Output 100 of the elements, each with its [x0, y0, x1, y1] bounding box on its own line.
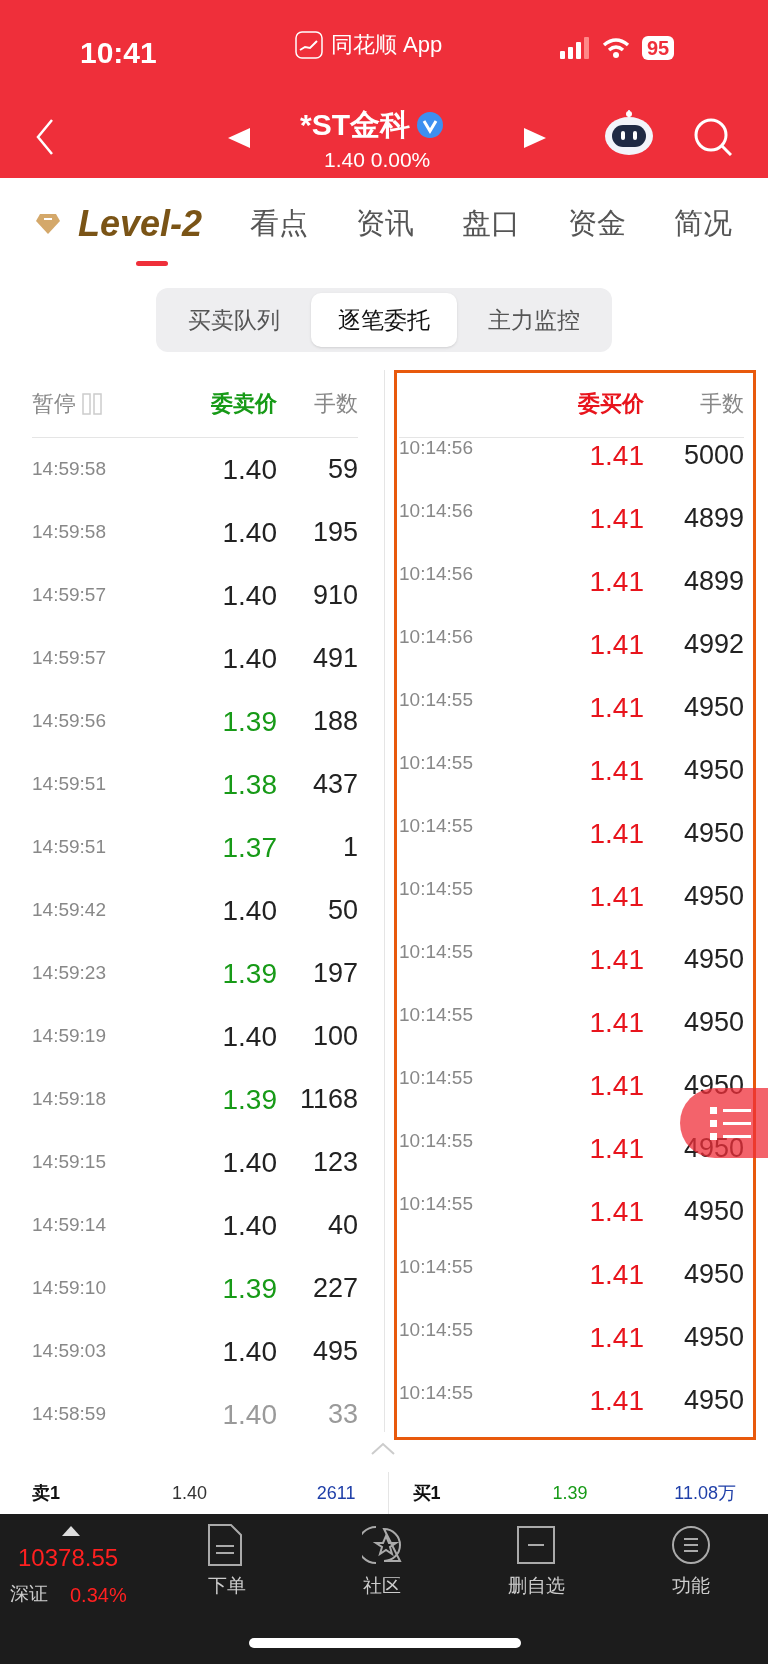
- time-cell-text: 10:14:55: [399, 751, 474, 775]
- price-cell-text: 1.40: [221, 452, 277, 487]
- pause-label[interactable]: 暂停: [32, 387, 76, 420]
- back-icon: [36, 118, 54, 156]
- battery-level: 95: [642, 36, 675, 60]
- nav-button[interactable]: 社区: [304, 1524, 459, 1601]
- volume-cell-text: 1: [341, 831, 358, 865]
- column-header: 手数: [313, 390, 358, 418]
- price-cell-text: 1.40: [221, 1145, 277, 1180]
- tab[interactable]: 盘口: [462, 194, 521, 254]
- time-cell-text: 14:59:57: [32, 646, 107, 671]
- time-cell-text: 14:58:59: [32, 1402, 107, 1427]
- volume-cell-text: 437: [311, 768, 358, 802]
- quote-price: 1.40: [172, 1481, 209, 1505]
- time-cell-text: 10:14:55: [399, 1192, 474, 1216]
- nav-button[interactable]: 下单: [150, 1524, 305, 1601]
- volume-cell-text: 50: [326, 894, 358, 928]
- price-cell-text: 1.41: [588, 501, 644, 536]
- tab[interactable]: 资讯: [356, 194, 415, 254]
- volume-cell-text: 227: [311, 1272, 358, 1306]
- time-cell-text: 14:59:03: [32, 1339, 107, 1364]
- time-cell-text: 14:59:18: [32, 1087, 107, 1112]
- price-cell-text: 1.41: [588, 1131, 644, 1166]
- tab[interactable]: 看点: [250, 194, 309, 254]
- price-cell-text: 1.41: [588, 1320, 644, 1355]
- time-cell-text: 14:59:57: [32, 583, 107, 608]
- quote-volume: 2611: [315, 1481, 356, 1505]
- volume-cell-text: 197: [311, 957, 358, 991]
- price-cell-text: 1.39: [221, 704, 277, 739]
- price-cell-text: 1.41: [588, 1068, 644, 1103]
- wifi-icon: [602, 37, 630, 59]
- nav-button[interactable]: 删自选: [459, 1524, 614, 1601]
- minus-square-icon: [516, 1524, 557, 1566]
- tab-indicator: [136, 261, 168, 266]
- menu-icon: [670, 1524, 711, 1566]
- price-cell-text: 1.40: [221, 893, 277, 928]
- volume-cell-text: 495: [311, 1335, 358, 1369]
- quote-volume: 11.08万: [673, 1481, 736, 1505]
- price-cell-text: 1.39: [221, 1271, 277, 1306]
- time-cell-text: 14:59:51: [32, 772, 107, 797]
- volume-cell-text: 4950: [682, 1321, 744, 1355]
- price-cell-text: 1.41: [588, 690, 644, 725]
- verified-icon: [416, 110, 444, 139]
- price-cell-text: 1.40: [221, 515, 277, 550]
- volume-cell-text: 5000: [682, 439, 744, 473]
- price-cell-text: 1.41: [588, 1257, 644, 1292]
- volume-cell-text: 195: [311, 516, 358, 550]
- volume-cell-text: 4950: [682, 880, 744, 914]
- time-cell-text: 10:14:55: [399, 940, 474, 964]
- price-cell-text: 1.40: [221, 641, 277, 676]
- time-cell-text: 10:14:56: [399, 562, 474, 586]
- price-cell-text: 1.40: [221, 1208, 277, 1243]
- chevron-up-icon: [371, 1442, 395, 1456]
- search-icon: [694, 118, 732, 156]
- tab[interactable]: Level-2: [36, 194, 203, 254]
- price-cell-text: 1.40: [221, 1019, 277, 1054]
- robot-icon: [604, 110, 654, 156]
- time-cell-text: 10:14:55: [399, 877, 474, 901]
- price-cell-text: 1.41: [588, 816, 644, 851]
- time-cell-text: 14:59:42: [32, 898, 107, 923]
- time-cell-text: 14:59:19: [32, 1024, 107, 1049]
- time-cell-text: 10:14:56: [399, 436, 474, 460]
- volume-cell-text: 491: [311, 642, 358, 676]
- price-cell-text: 1.38: [221, 767, 277, 802]
- up-arrow-icon: [62, 1526, 80, 1536]
- volume-cell-text: 123: [311, 1146, 358, 1180]
- price-cell-text: 1.41: [588, 1005, 644, 1040]
- price-cell-text: 1.39: [221, 1082, 277, 1117]
- time-cell-text: 14:59:14: [32, 1213, 107, 1238]
- stock-name: *ST金科: [300, 107, 410, 143]
- clock-time: 10:41: [80, 35, 157, 71]
- quote-price: 1.39: [552, 1481, 589, 1505]
- star-bubble-icon: [361, 1524, 402, 1566]
- volume-cell-text: 4950: [682, 817, 744, 851]
- volume-cell-text: 4899: [682, 502, 744, 536]
- volume-cell-text: 100: [311, 1020, 358, 1054]
- app-icon: [295, 30, 323, 59]
- price-cell-text: 1.37: [221, 830, 277, 865]
- volume-cell-text: 4950: [682, 943, 744, 977]
- segment-tab[interactable]: 主力监控: [461, 293, 607, 347]
- tab[interactable]: 简况: [674, 194, 733, 254]
- segment-tab[interactable]: 买卖队列: [161, 293, 307, 347]
- tab[interactable]: 资金: [568, 194, 627, 254]
- nav-button[interactable]: 功能: [613, 1524, 768, 1601]
- time-cell-text: 14:59:58: [32, 457, 107, 482]
- volume-cell-text: 910: [311, 579, 358, 613]
- volume-cell-text: 4950: [682, 754, 744, 788]
- signal-icon: [560, 37, 590, 59]
- segment-tab[interactable]: 逐笔委托: [311, 293, 457, 347]
- volume-cell-text: 4950: [682, 1006, 744, 1040]
- price-cell-text: 1.41: [588, 879, 644, 914]
- volume-cell-text: 4899: [682, 565, 744, 599]
- diamond-icon: [36, 214, 60, 234]
- time-cell-text: 10:14:56: [399, 625, 474, 649]
- volume-cell-text: 59: [326, 453, 358, 487]
- price-cell-text: 1.41: [588, 753, 644, 788]
- time-cell-text: 10:14:55: [399, 1066, 474, 1090]
- price-cell-text: 1.41: [588, 627, 644, 662]
- time-cell-text: 14:59:23: [32, 961, 107, 986]
- next-icon: [524, 128, 546, 148]
